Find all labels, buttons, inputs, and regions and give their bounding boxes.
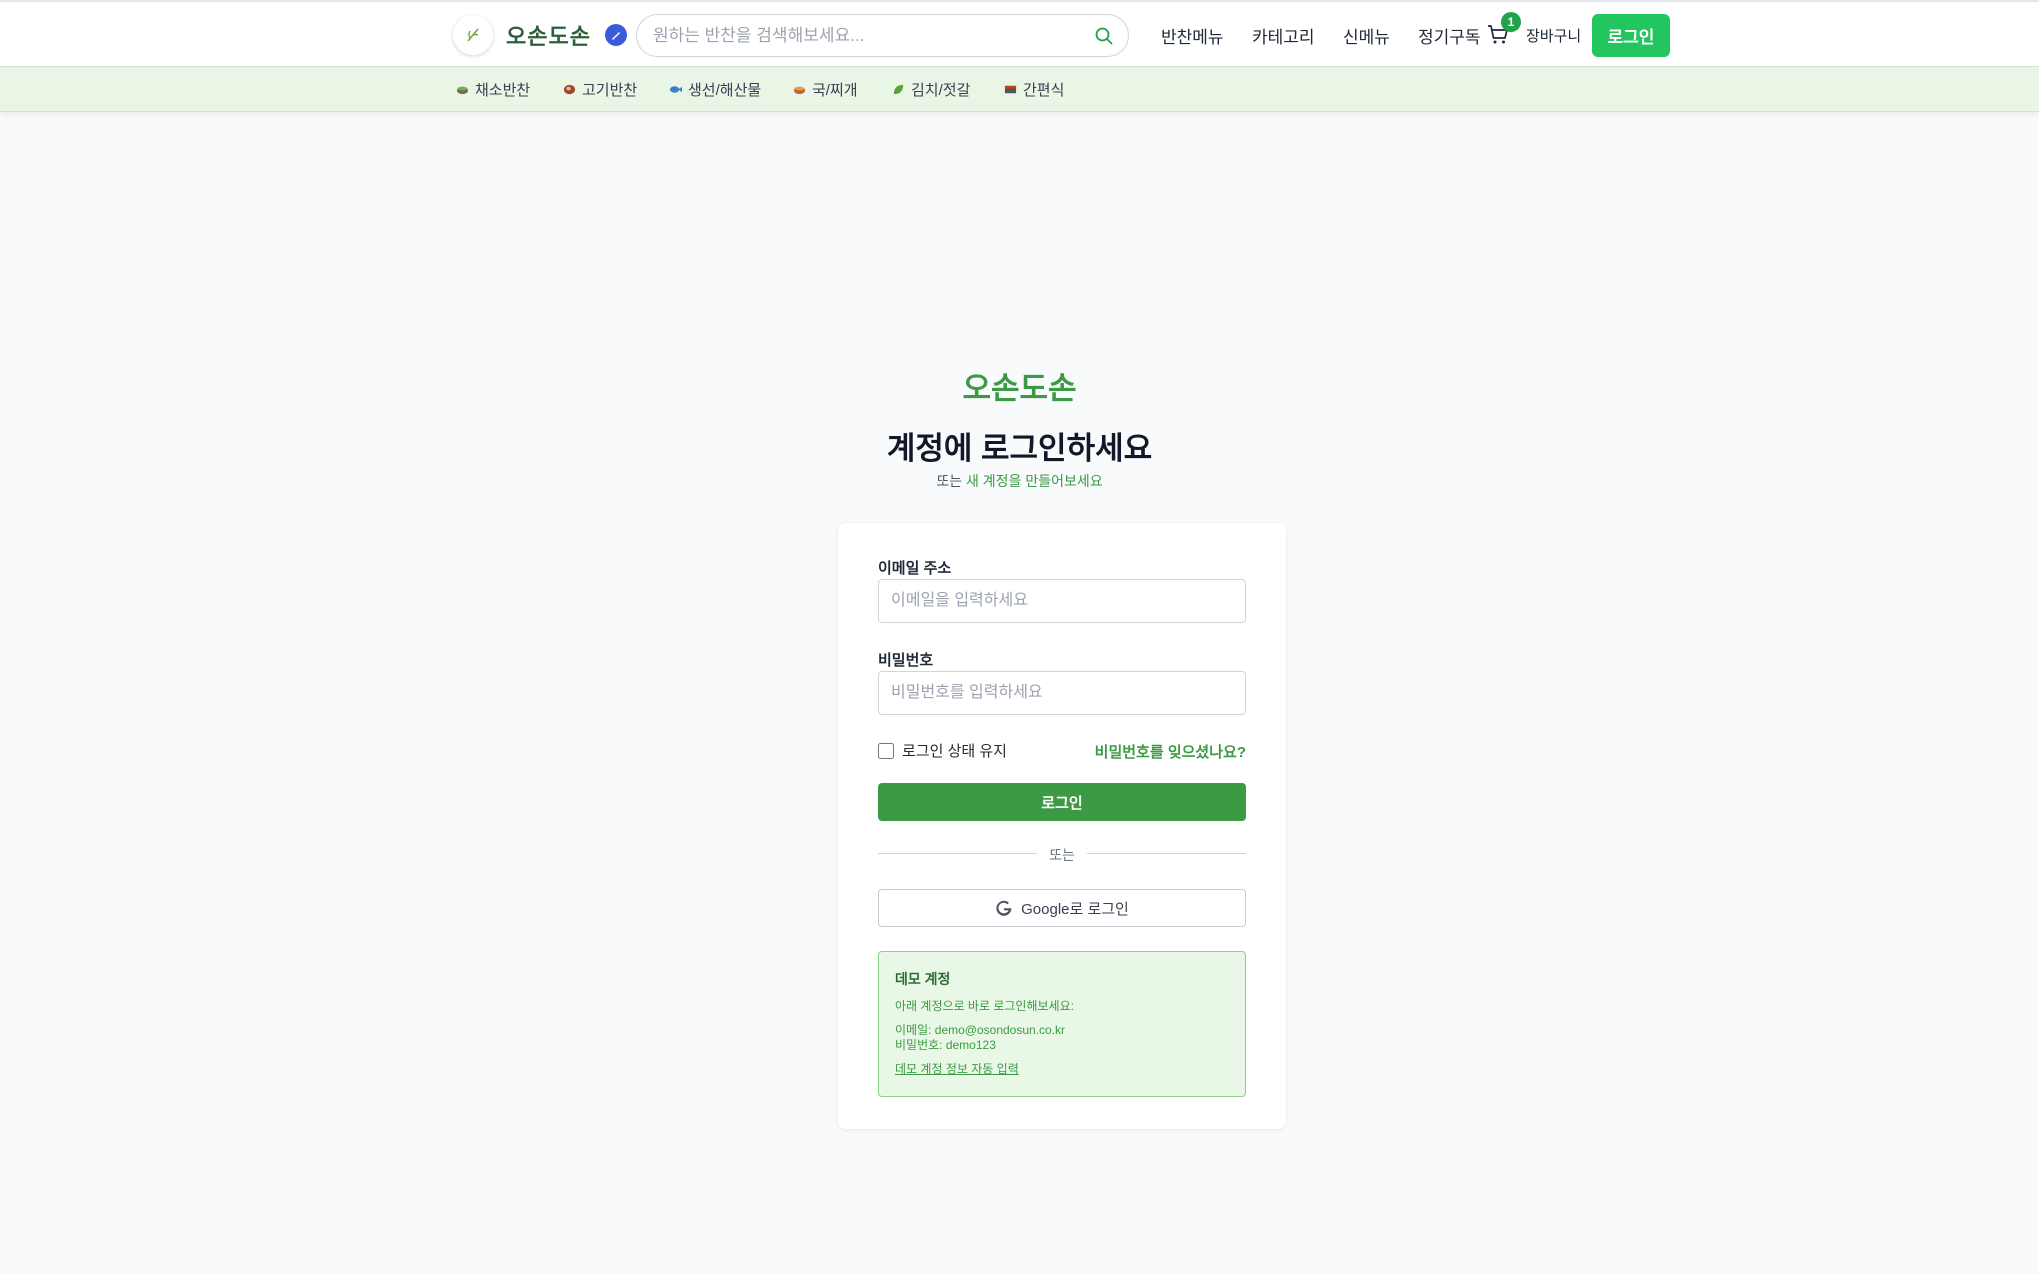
category-vegetable[interactable]: 채소반찬 [456,67,530,112]
signup-prefix: 또는 [936,473,963,489]
google-login-label: Google로 로그인 [1021,900,1129,918]
cart-count-badge: 1 [1501,12,1521,32]
demo-description: 아래 계정으로 바로 로그인해보세요: [895,999,1074,1013]
divider-label: 또는 [1037,847,1087,863]
category-bar: 채소반찬 고기반찬 생선/해산물 국/찌개 김치/젓갈 간편식 [0,67,2039,112]
top-header: 오손도손 반찬메뉴 카테고리 신메뉴 정기구독 1 장바구니 로그인 [0,0,2039,67]
remember-me-label: 로그인 상태 유지 [902,743,1007,760]
category-label: 간편식 [1023,82,1065,99]
header-login-button[interactable]: 로그인 [1592,14,1670,57]
pen-icon [604,24,627,46]
meat-icon [563,84,576,95]
nav-item-subscription[interactable]: 정기구독 [1418,2,1481,69]
category-label: 생선/해산물 [688,82,762,99]
divider: 또는 [838,845,1286,865]
nav-item-new-menu[interactable]: 신메뉴 [1343,2,1390,69]
nav-label[interactable]: 정기구독 [1418,23,1481,48]
login-submit-button[interactable]: 로그인 [878,783,1246,821]
cart-label[interactable]: 장바구니 [1526,2,1581,69]
demo-title: 데모 계정 [895,971,951,987]
search-bar [636,14,1129,57]
nav-label[interactable]: 카테고리 [1252,23,1315,48]
google-login-button[interactable]: Google로 로그인 [878,889,1246,927]
category-kimchi[interactable]: 김치/젓갈 [892,67,970,112]
logo[interactable]: 오손도손 [453,15,627,55]
remember-me-checkbox[interactable] [878,742,894,759]
category-label: 채소반찬 [475,82,531,99]
box-icon [1004,85,1017,94]
password-label: 비밀번호 [878,652,934,669]
login-card: 이메일 주소 비밀번호 로그인 상태 유지 비밀번호를 잊으셨나요? 로그인 또… [838,523,1286,1129]
password-field[interactable] [878,671,1246,715]
category-seafood[interactable]: 생선/해산물 [669,67,761,112]
google-icon [996,900,1012,916]
remember-me[interactable]: 로그인 상태 유지 [878,740,1007,761]
nav-item-side-dish-menu[interactable]: 반찬메뉴 [1161,2,1224,69]
demo-autofill-link[interactable]: 데모 계정 정보 자동 입력 [895,1060,1019,1077]
category-convenience[interactable]: 간편식 [1004,67,1064,112]
email-label: 이메일 주소 [878,560,952,577]
page-title: 계정에 로그인하세요 [886,431,1153,466]
search-icon[interactable] [1094,26,1114,46]
nav-label[interactable]: 반찬메뉴 [1161,23,1224,48]
forgot-password-link[interactable]: 비밀번호를 잊으셨나요? [1095,741,1246,762]
leaf-icon [893,84,904,95]
category-meat[interactable]: 고기반찬 [563,67,637,112]
demo-account-box: 데모 계정 아래 계정으로 바로 로그인해보세요: 이메일: demo@oson… [878,951,1246,1097]
bowl-icon [456,86,469,95]
category-label: 고기반찬 [582,82,638,99]
brand-title: 오손도손 [962,371,1077,406]
signup-prompt: 또는 새 계정을 만들어보세요 [0,471,2039,491]
fish-icon [669,86,682,93]
demo-password: 비밀번호: demo123 [895,1038,996,1052]
category-soup[interactable]: 국/찌개 [793,67,858,112]
signup-link[interactable]: 새 계정을 만들어보세요 [966,473,1103,489]
logo-text: 오손도손 [506,24,591,49]
nav-item-categories[interactable]: 카테고리 [1252,2,1315,69]
soup-icon [793,86,806,95]
category-label: 국/찌개 [812,82,858,99]
logo-leaf-icon [453,15,493,55]
search-input[interactable] [653,15,1073,56]
nav-label[interactable]: 신메뉴 [1343,23,1390,48]
email-field[interactable] [878,579,1246,623]
category-label: 김치/젓갈 [911,82,971,99]
